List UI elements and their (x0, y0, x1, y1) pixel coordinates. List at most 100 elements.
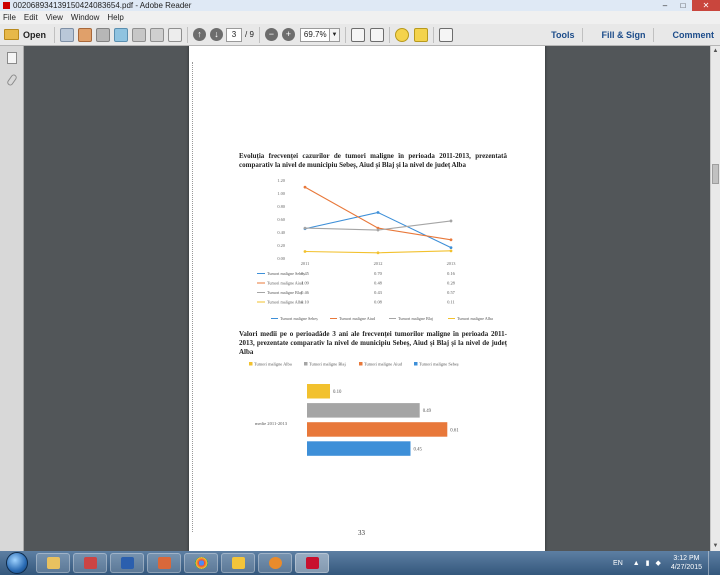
zoom-input[interactable]: 69.7% (299, 27, 330, 42)
x-tick-label: 2013 (447, 261, 457, 266)
highlight-icon[interactable] (413, 27, 428, 42)
bar-value-label: 0.61 (450, 428, 459, 433)
bar (307, 422, 448, 437)
scroll-down-icon[interactable]: ▼ (711, 541, 720, 551)
table-cell: 1.09 (301, 281, 309, 286)
language-indicator[interactable]: EN (613, 560, 623, 567)
fullscreen-icon[interactable] (438, 27, 453, 42)
menu-help[interactable]: Help (107, 13, 123, 22)
zoom-dropdown-icon[interactable]: ▼ (329, 27, 340, 42)
system-tray: EN ▲ ▮ ◆ 3:12 PM 4/27/2015 (613, 551, 716, 575)
scrollbar-thumb[interactable] (712, 164, 719, 184)
y-tick-label: 0.40 (277, 230, 285, 235)
taskbar-app[interactable] (147, 553, 181, 573)
attachments-icon[interactable] (5, 73, 18, 87)
page-thumbnails-icon[interactable] (6, 52, 17, 64)
bar (307, 403, 420, 418)
taskbar-messenger[interactable] (221, 553, 255, 573)
cloud-icon[interactable] (114, 27, 129, 42)
edit-pdf-icon[interactable] (78, 27, 93, 42)
scroll-up-icon[interactable]: ▲ (711, 46, 720, 56)
y-tick-label: 0.80 (277, 204, 285, 209)
minimize-button[interactable]: – (656, 0, 674, 11)
pdf-page: Evoluția frecvenței cazurilor de tumori … (189, 46, 545, 551)
menu-edit[interactable]: Edit (24, 13, 38, 22)
bar-value-label: 0.49 (423, 409, 432, 414)
fit-width-icon[interactable] (369, 27, 384, 42)
zoom-in-icon[interactable]: + (281, 28, 295, 41)
page-number-input[interactable]: 3 (226, 27, 243, 42)
taskbar-word[interactable] (110, 553, 144, 573)
tray-icons[interactable]: ▲ ▮ ◆ (633, 559, 663, 567)
data-point (376, 251, 380, 255)
bar (307, 384, 330, 399)
taskbar-adobe-reader[interactable] (295, 553, 329, 573)
close-button[interactable]: ✕ (692, 0, 720, 11)
open-label: Open (23, 29, 47, 40)
next-page-icon[interactable]: ↓ (210, 28, 224, 41)
taskbar-media[interactable] (73, 553, 107, 573)
table-row-label: Tumori maligne Blaj (267, 290, 302, 295)
table-cell: 0.48 (374, 281, 382, 286)
taskbar-chrome[interactable] (184, 553, 218, 573)
y-tick-label: 0.60 (277, 217, 285, 222)
media-icon (83, 557, 97, 569)
toolbar: Open ↑ ↓ 3 / 9 − + 69.7% ▼ Tools Fill & … (0, 24, 720, 46)
create-pdf-icon[interactable] (60, 27, 75, 42)
data-point (376, 228, 380, 232)
show-desktop-button[interactable] (708, 551, 716, 575)
legend-label: Tumori maligne Alba (254, 362, 292, 367)
vertical-scrollbar[interactable]: ▲ ▼ (710, 46, 720, 551)
legend-label: Tumori maligne Blaj (309, 362, 346, 367)
menu-window[interactable]: Window (71, 13, 99, 22)
task-links: Tools Fill & Sign Comment (533, 24, 714, 46)
bar (307, 441, 411, 456)
print-icon[interactable] (150, 27, 165, 42)
clock[interactable]: 3:12 PM 4/27/2015 (671, 554, 702, 572)
open-button[interactable]: Open (4, 26, 46, 44)
legend-swatch (359, 362, 363, 366)
legend-label: Tumori maligne Sebeș (280, 316, 318, 321)
table-cell: 0.10 (301, 300, 309, 305)
taskbar-explorer[interactable] (36, 553, 70, 573)
previous-page-icon[interactable]: ↑ (193, 28, 207, 41)
email-icon[interactable] (168, 27, 183, 42)
data-point (449, 219, 453, 223)
app-icon (157, 557, 171, 569)
clock-date: 4/27/2015 (670, 564, 702, 571)
sticky-note-icon[interactable] (394, 27, 409, 42)
y-tick-label: 0.00 (277, 256, 285, 261)
legend-swatch (249, 362, 253, 366)
legend-label: Tumori maligne Aiud (339, 316, 376, 321)
table-row-label: Tumori maligne Sebeș (267, 271, 305, 276)
table-cell: 0.45 (301, 271, 309, 276)
disk-icon[interactable] (132, 27, 147, 42)
taskbar-basketball[interactable] (258, 553, 292, 573)
figure-heading-2: Valori medii pe o perioadăde 3 ani ale f… (239, 330, 507, 356)
windows-taskbar: EN ▲ ▮ ◆ 3:12 PM 4/27/2015 (0, 551, 720, 575)
fit-page-icon[interactable] (350, 27, 365, 42)
fill-sign-link[interactable]: Fill & Sign (601, 30, 645, 40)
save-icon[interactable] (96, 27, 111, 42)
start-button[interactable] (6, 552, 28, 574)
menu-bar: File Edit View Window Help (0, 11, 720, 24)
maximize-button[interactable]: □ (674, 0, 692, 11)
bars: 0.10 0.49 0.61 0.45 (307, 384, 459, 456)
page-total: / 9 (245, 30, 254, 39)
menu-file[interactable]: File (3, 13, 16, 22)
bar-value-label: 0.45 (414, 447, 423, 452)
data-point (303, 226, 307, 230)
x-tick-label: 2012 (374, 261, 383, 266)
tools-link[interactable]: Tools (551, 30, 574, 40)
task-link-separator (582, 28, 584, 42)
y-tick-label: 0.20 (277, 243, 285, 248)
clock-time: 3:12 PM (673, 555, 700, 562)
zoom-out-icon[interactable]: − (264, 28, 278, 41)
document-viewport[interactable]: Evoluția frecvenței cazurilor de tumori … (24, 46, 710, 551)
title-bar: 0020689341391504240836​54.pdf - Adobe Re… (0, 0, 720, 11)
menu-view[interactable]: View (46, 13, 63, 22)
category-label: medie 2011-2013 (255, 421, 288, 426)
comment-link[interactable]: Comment (672, 30, 714, 40)
legend-label: Tumori maligne Alba (457, 316, 493, 321)
table-cell: 0.28 (447, 281, 455, 286)
